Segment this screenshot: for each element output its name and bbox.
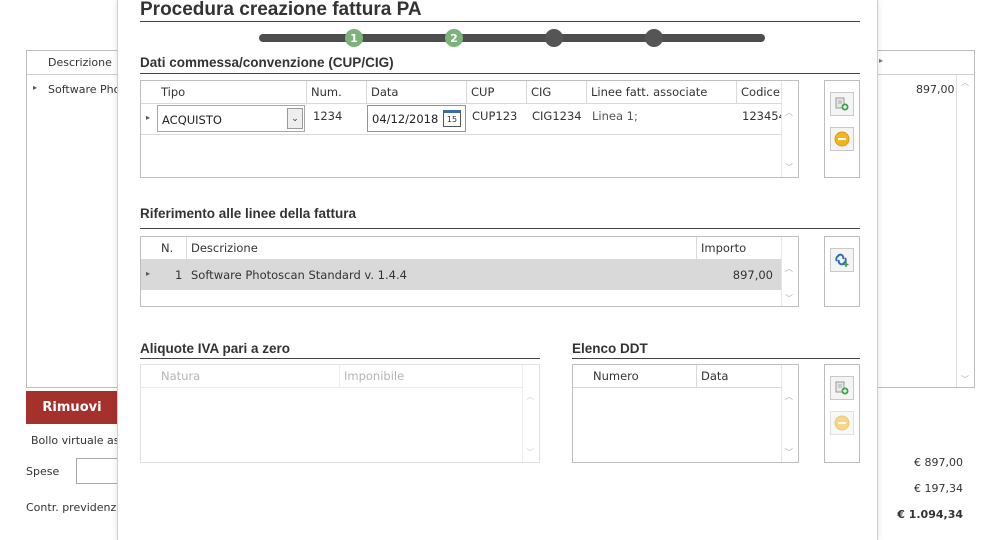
header-separator: [573, 387, 783, 388]
data-value: 04/12/2018: [372, 112, 439, 126]
row-indicator-icon: ▸: [146, 269, 151, 278]
background-grid-scrollbar[interactable]: ︿ ﹀: [956, 75, 974, 387]
cell-cig[interactable]: CIG1234: [532, 109, 582, 123]
iva-divider: [140, 358, 540, 359]
link-add-icon: [835, 253, 849, 267]
col-numero: Numero: [589, 365, 697, 387]
background-col-descrizione: Descrizione: [48, 56, 112, 69]
row-indicator-icon: ▸: [33, 83, 38, 92]
step-4[interactable]: [645, 29, 663, 47]
commessa-grid: Tipo Num. Data CUP CIG Linee fatt. assoc…: [140, 80, 799, 178]
iva-scrollbar[interactable]: ︿ ﹀: [522, 365, 539, 462]
add-document-icon: [835, 381, 849, 395]
cell-linee[interactable]: Linea 1;: [592, 109, 638, 123]
col-tipo: Tipo: [157, 81, 307, 103]
step-1[interactable]: 1: [345, 29, 363, 47]
wizard-progress-bar: [259, 34, 765, 42]
add-document-icon: [835, 97, 849, 111]
dialog-title: Procedura creazione fattura PA: [140, 0, 422, 20]
ddt-grid: Numero Data ︿ ﹀: [572, 364, 799, 463]
col-linee: Linee fatt. associate: [587, 81, 737, 103]
ddt-scrollbar[interactable]: ︿ ﹀: [781, 365, 798, 462]
scroll-down-icon[interactable]: ﹀: [961, 374, 969, 385]
contr-previdenziale-label: Contr. previdenzi: [26, 501, 120, 514]
data-datepicker[interactable]: 04/12/2018 15: [367, 105, 466, 132]
procedura-dialog: Procedura creazione fattura PA 1 2 Dati …: [117, 0, 878, 540]
scroll-down-icon[interactable]: ﹀: [785, 293, 793, 304]
col-importo: Importo: [697, 237, 783, 259]
col-data: Data: [367, 81, 467, 103]
spese-input[interactable]: [76, 458, 120, 484]
tipo-select[interactable]: ACQUISTO ⌄: [157, 105, 305, 132]
col-codice: Codice: [737, 81, 783, 103]
remove-row-button[interactable]: [830, 127, 854, 151]
ddt-actions-panel: [824, 364, 860, 463]
row-indicator-icon: ▸: [146, 113, 151, 122]
add-ddt-button[interactable]: [830, 376, 854, 400]
link-line-button[interactable]: [830, 248, 854, 272]
col-imponibile: Imponibile: [340, 365, 523, 387]
header-separator: [141, 103, 783, 104]
row-separator: [141, 134, 783, 135]
linee-divider: [140, 228, 860, 229]
scroll-up-icon[interactable]: ︿: [526, 391, 534, 402]
linee-scrollbar[interactable]: ︿ ﹀: [781, 237, 798, 306]
col-descrizione: Descrizione: [187, 237, 697, 259]
step-2[interactable]: 2: [445, 29, 463, 47]
commessa-divider: [140, 73, 860, 74]
step-3[interactable]: [545, 29, 563, 47]
cell-num[interactable]: 1234: [313, 109, 342, 123]
background-row-importo[interactable]: 897,00: [916, 83, 955, 96]
header-separator: [141, 387, 524, 388]
commessa-scrollbar[interactable]: ︿ ﹀: [781, 81, 798, 177]
title-divider: [140, 21, 860, 22]
tipo-select-value: ACQUISTO: [162, 113, 222, 127]
ddt-divider: [572, 358, 860, 359]
linee-actions-panel: [824, 236, 860, 307]
cell-descrizione[interactable]: Software Photoscan Standard v. 1.4.4: [191, 268, 407, 282]
col-num: Num.: [307, 81, 367, 103]
cell-codice[interactable]: 123454: [742, 109, 786, 123]
add-row-button[interactable]: [830, 92, 854, 116]
iva-grid: Natura Imponibile ︿ ﹀: [140, 364, 540, 463]
scroll-down-icon[interactable]: ﹀: [785, 162, 793, 173]
bollo-label: Bollo virtuale ass: [31, 434, 126, 447]
col-cup: CUP: [467, 81, 527, 103]
background-col-arrow-icon: ▸: [879, 56, 884, 65]
scroll-up-icon[interactable]: ︿: [785, 263, 793, 274]
commessa-actions-panel: [824, 80, 860, 178]
col-data: Data: [697, 365, 783, 387]
chevron-down-icon[interactable]: ⌄: [287, 108, 303, 129]
remove-ddt-button[interactable]: [830, 411, 854, 435]
spese-label: Spese: [26, 465, 60, 478]
ddt-section-title: Elenco DDT: [572, 341, 648, 356]
linee-grid: N. Descrizione Importo ▸ 1 Software Phot…: [140, 236, 799, 307]
cell-n[interactable]: 1: [175, 268, 182, 282]
background-row-descrizione[interactable]: Software Pho: [48, 83, 118, 96]
cell-cup[interactable]: CUP123: [472, 109, 517, 123]
scroll-down-icon[interactable]: ﹀: [785, 447, 793, 458]
scroll-up-icon[interactable]: ︿: [961, 77, 969, 88]
minus-circle-icon: [834, 415, 850, 431]
scroll-up-icon[interactable]: ︿: [785, 391, 793, 402]
rimuovi-button[interactable]: Rimuovi: [26, 391, 118, 424]
scroll-up-icon[interactable]: ︿: [785, 107, 793, 118]
col-n: N.: [157, 237, 187, 259]
cell-importo[interactable]: 897,00: [701, 268, 773, 282]
calendar-icon[interactable]: 15: [443, 110, 461, 127]
col-cig: CIG: [527, 81, 587, 103]
minus-circle-icon: [834, 131, 850, 147]
linee-section-title: Riferimento alle linee della fattura: [140, 206, 357, 221]
scroll-down-icon[interactable]: ﹀: [526, 447, 534, 458]
col-natura: Natura: [157, 365, 340, 387]
iva-section-title: Aliquote IVA pari a zero: [140, 341, 291, 356]
commessa-section-title: Dati commessa/convenzione (CUP/CIG): [140, 55, 394, 70]
